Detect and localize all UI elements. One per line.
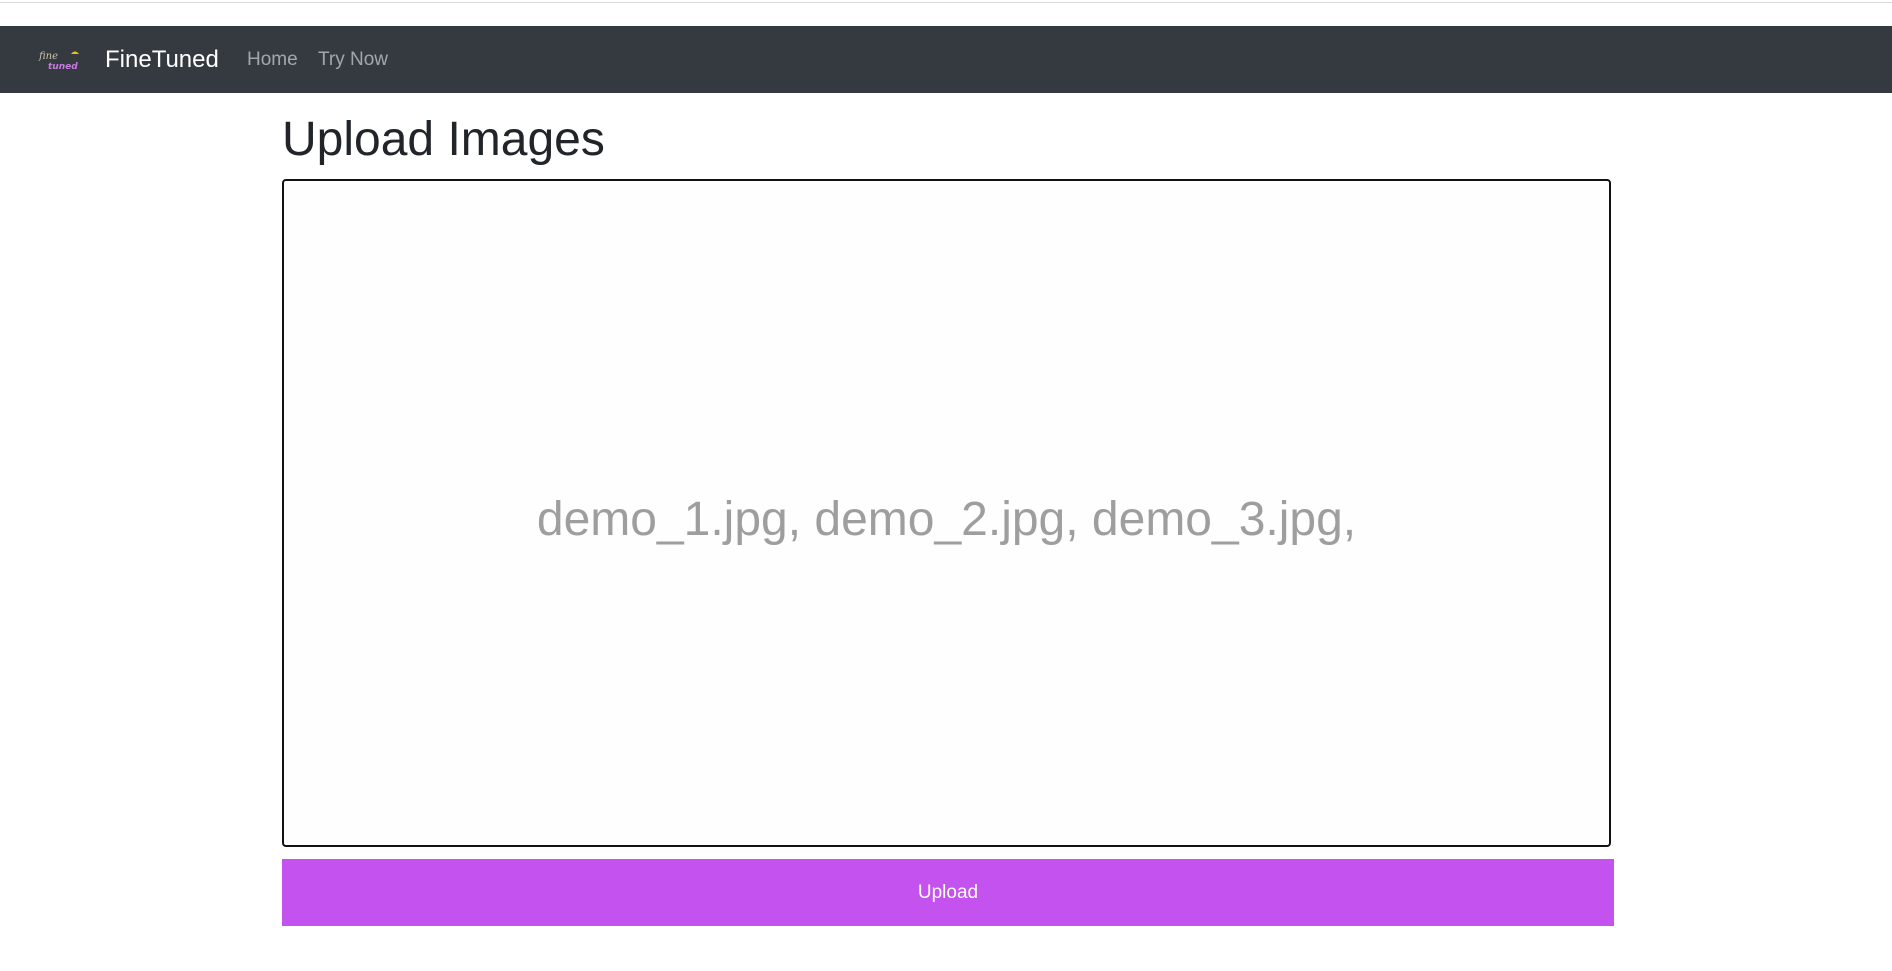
svg-text:fine: fine [38,51,58,62]
brand-name[interactable]: FineTuned [105,45,219,75]
brand-logo[interactable]: fine tuned [38,48,88,72]
file-drop-input[interactable]: demo_1.jpg, demo_2.jpg, demo_3.jpg, [282,179,1611,847]
svg-text:tuned: tuned [48,62,78,72]
page-title: Upload Images [282,113,605,166]
navbar: fine tuned FineTuned Home Try Now [0,26,1892,93]
selected-files-text: demo_1.jpg, demo_2.jpg, demo_3.jpg, [536,492,1357,546]
upload-button[interactable]: Upload [282,859,1614,926]
nav-link-home[interactable]: Home [247,47,298,73]
top-divider [0,2,1892,3]
nav-link-try-now[interactable]: Try Now [318,47,388,73]
